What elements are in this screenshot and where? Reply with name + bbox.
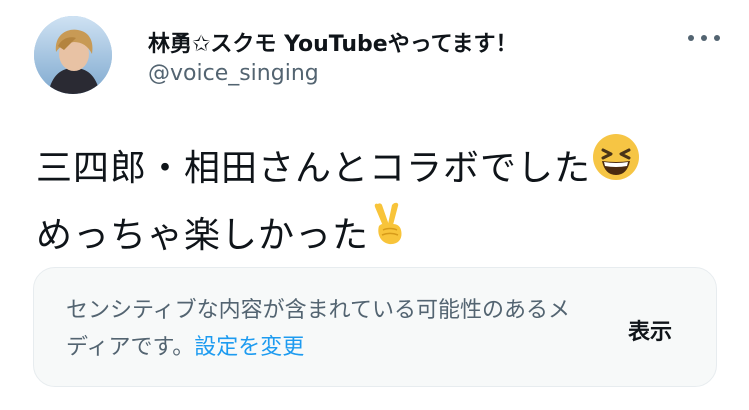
display-name[interactable]: 林勇✩スクモ YouTubeやってます！ [148,26,518,58]
grinning-squinting-face-icon [591,132,641,200]
tweet-line-2: めっちゃ楽しかった [36,202,726,270]
more-options-icon[interactable] [688,26,720,50]
tweet-text: 三四郎・相田さんとコラボでした めっちゃ楽しかった [36,134,726,270]
sensitive-media-warning: センシティブな内容が含まれている可能性のあるメディアです。設定を変更 表示 [33,267,717,387]
sensitive-media-message: センシティブな内容が含まれている可能性のあるメディアです。設定を変更 [66,298,571,360]
user-handle[interactable]: @voice_singing [148,61,319,86]
avatar[interactable] [34,16,112,94]
show-media-button[interactable]: 表示 [628,314,672,346]
tweet-line-1: 三四郎・相田さんとコラボでした [36,134,726,204]
dot [701,35,707,41]
change-settings-link[interactable]: 設定を変更 [194,335,304,360]
profile-photo [34,16,112,94]
victory-hand-icon [369,200,409,266]
dot [714,35,720,41]
dot [688,35,694,41]
